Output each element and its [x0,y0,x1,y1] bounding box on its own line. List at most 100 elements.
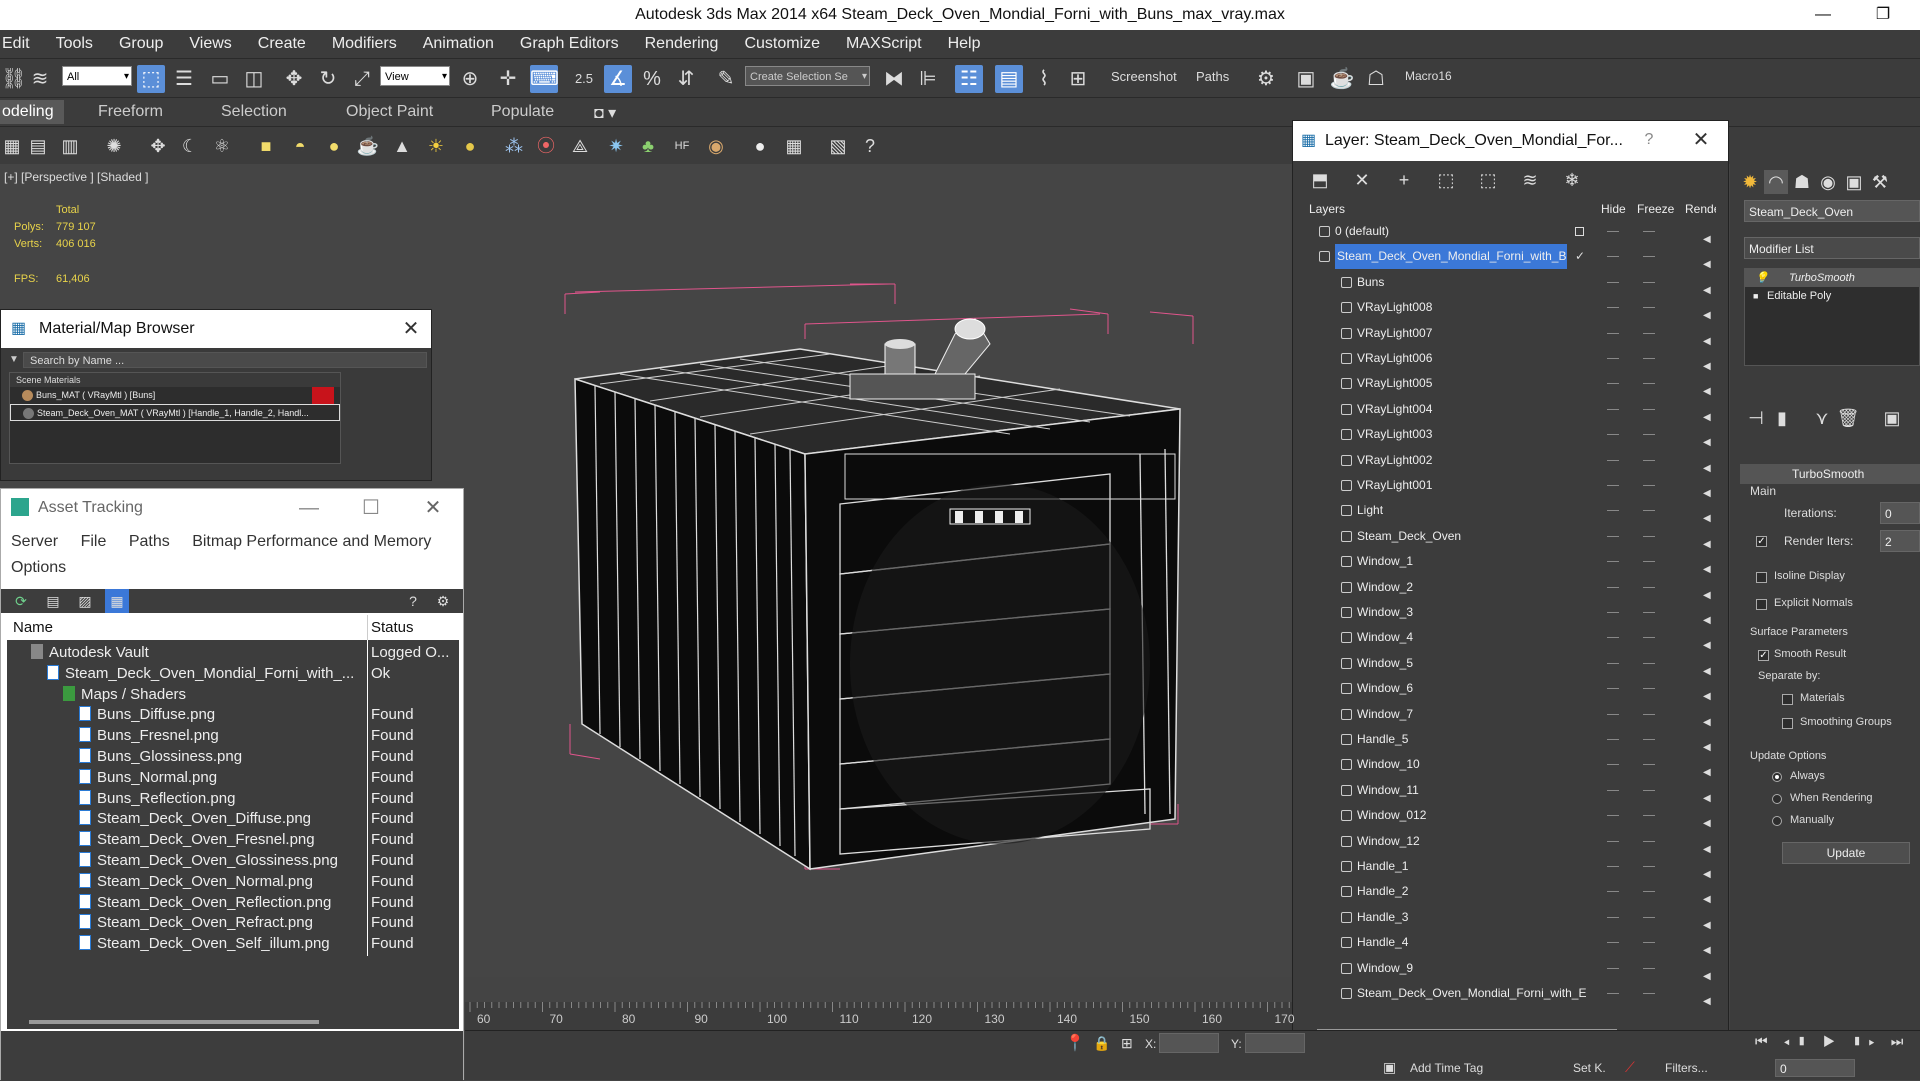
ribbon-options-icon[interactable]: ◘ ▾ [594,103,616,123]
render-iterative-icon[interactable]: ☖ [1362,65,1390,93]
render-setup-icon[interactable]: ⚙ [1252,65,1280,93]
select-in-layer-icon[interactable]: ⬚ [1434,168,1458,192]
toggle-dash[interactable] [1643,459,1655,461]
named-selection-dropdown[interactable]: Create Selection Se ▾ [745,66,870,86]
toggle-dash[interactable] [1607,434,1619,436]
select-by-name-icon[interactable]: ☰ [170,65,198,93]
toggle-dash[interactable] [1607,688,1619,690]
hair-icon[interactable]: HF [670,134,694,158]
layer-row[interactable]: Window_11 ◀ [1305,778,1716,804]
layer-row[interactable]: Window_3 ◀ [1305,600,1716,626]
scene-explorer-icon[interactable]: ▤ [26,134,50,158]
when-rendering-radio[interactable] [1772,794,1782,804]
explicit-normals-checkbox[interactable] [1756,599,1767,610]
layer-row[interactable]: 0 (default) ◀ [1305,219,1716,245]
schematic-view-icon[interactable]: ⊞ [1064,65,1092,93]
time-slider-track[interactable]: 60 70 80 90 100 110 120 130 140 150 160 170 [465,1002,1295,1030]
asset-menu-bitmap[interactable]: Bitmap Performance and Memory [192,533,431,550]
toggle-dash[interactable] [1643,789,1655,791]
rect-selection-icon[interactable]: ▭ [206,65,234,93]
menu-modifiers[interactable]: Modifiers [332,35,397,53]
toggle-dash[interactable] [1607,332,1619,334]
asset-menu-paths[interactable]: Paths [129,533,170,550]
edit-named-selection-icon[interactable]: ✎ [712,65,740,93]
menu-animation[interactable]: Animation [423,35,494,53]
x-coord-field[interactable] [1159,1033,1219,1053]
layer-row[interactable]: VRayLight006 ◀ [1305,346,1716,372]
toggle-dash[interactable] [1607,891,1619,893]
col-name-header[interactable]: Name [7,615,365,640]
toggle-dash[interactable] [1643,739,1655,740]
toolbar-sel-icon[interactable]: ▦ [0,134,24,158]
snap-toggle-icon[interactable]: 2.5 [570,65,598,93]
sphere-icon[interactable]: ● [322,134,346,158]
layer-row[interactable]: VRayLight007 ◀ [1305,321,1716,347]
y-coord-field[interactable] [1245,1033,1305,1053]
keyboard-shortcut-icon[interactable]: ⌨ [530,65,559,93]
toggle-dash[interactable] [1643,916,1655,918]
toggle-dash[interactable] [1643,866,1655,867]
displace-icon[interactable]: ◉ [704,134,728,158]
layer-row[interactable]: Window_2 ◀ [1305,575,1716,601]
toggle-dash[interactable] [1643,891,1655,893]
unlink-icon[interactable]: ⛓ [0,65,28,93]
layer-row[interactable]: Handle_1 ◀ [1305,854,1716,880]
toggle-dash[interactable] [1607,485,1619,486]
layer-row[interactable]: Window_4 ◀ [1305,625,1716,651]
isoline-checkbox[interactable] [1756,572,1767,583]
plant-icon[interactable]: ♣ [636,134,660,158]
col-freeze[interactable]: Freeze [1637,202,1674,216]
show-end-result-icon[interactable]: ▮ [1770,406,1794,430]
toggle-dash[interactable] [1643,764,1655,766]
angle-snap-icon[interactable]: ∡ [604,65,632,93]
absolute-mode-icon[interactable]: ⊞ [1121,1035,1133,1052]
curve-editor-icon[interactable]: ⌇ [1030,65,1058,93]
expand-icon[interactable]: ■ [1753,287,1758,305]
layer-row[interactable]: Window_5 ◀ [1305,651,1716,677]
display-tab-icon[interactable]: ▣ [1842,170,1866,194]
scroll-thumb[interactable] [29,1020,319,1024]
smooth-result-checkbox[interactable]: ✓ [1758,650,1769,661]
current-frame-field[interactable]: 0 [1775,1059,1855,1077]
toggle-dash[interactable] [1643,612,1655,613]
percent-snap-icon[interactable]: % [638,65,666,93]
hierarchy-tab-icon[interactable]: ☗ [1790,170,1814,194]
layer-row[interactable]: Light ◀ [1305,498,1716,524]
layer-row[interactable]: Steam_Deck_Oven ◀ [1305,524,1716,550]
toggle-dash[interactable] [1643,535,1655,537]
material-item-buns[interactable]: Buns_MAT ( VRayMtl ) [Buns] [10,387,340,404]
col-status-header[interactable]: Status [371,615,459,640]
toggle-dash[interactable] [1607,383,1619,385]
render-teapot-icon[interactable]: ◀ [1703,989,1711,1014]
toggle-dash[interactable] [1643,358,1655,359]
toggle-dash[interactable] [1643,281,1655,283]
layer-row[interactable]: Window_9 ◀ [1305,956,1716,982]
toggle-dash[interactable] [1607,307,1619,309]
make-unique-icon[interactable]: ⋎ [1810,406,1834,430]
hide-all-icon[interactable]: ≋ [1518,168,1542,192]
modify-tab-icon[interactable]: ◠ [1764,170,1788,194]
toggle-dash[interactable] [1643,840,1655,842]
teapot-icon[interactable]: ☕ [356,134,380,158]
layer-row[interactable]: VRayLight001 ◀ [1305,473,1716,499]
maximize-button[interactable]: ❐ [1860,0,1906,30]
particles-icon[interactable]: ⁂ [502,134,526,158]
layer-row[interactable]: Window_012 ◀ [1305,803,1716,829]
asset-menu-options[interactable]: Options [11,559,66,576]
toggle-dash[interactable] [1607,967,1619,969]
lock-selection-icon[interactable]: 🔒 [1093,1035,1110,1052]
toggle-dash[interactable] [1643,662,1655,664]
toggle-dash[interactable] [1607,866,1619,867]
toggle-dash[interactable] [1607,916,1619,918]
toggle-dash[interactable] [1643,561,1655,563]
reference-coord-dropdown[interactable]: View ▾ [380,66,450,86]
toggle-dash[interactable] [1607,739,1619,740]
manually-radio[interactable] [1772,816,1782,826]
tab-object-paint[interactable]: Object Paint [346,103,433,121]
toggle-dash[interactable] [1607,510,1619,512]
col-layers[interactable]: Layers [1309,202,1345,216]
viewport-label[interactable]: [+] [Perspective ] [Shaded ] [4,170,148,184]
rotate-icon[interactable]: ↻ [314,65,342,93]
layer-row[interactable]: Handle_5 ◀ [1305,727,1716,753]
asset-settings-icon[interactable]: ⚙ [431,589,455,613]
